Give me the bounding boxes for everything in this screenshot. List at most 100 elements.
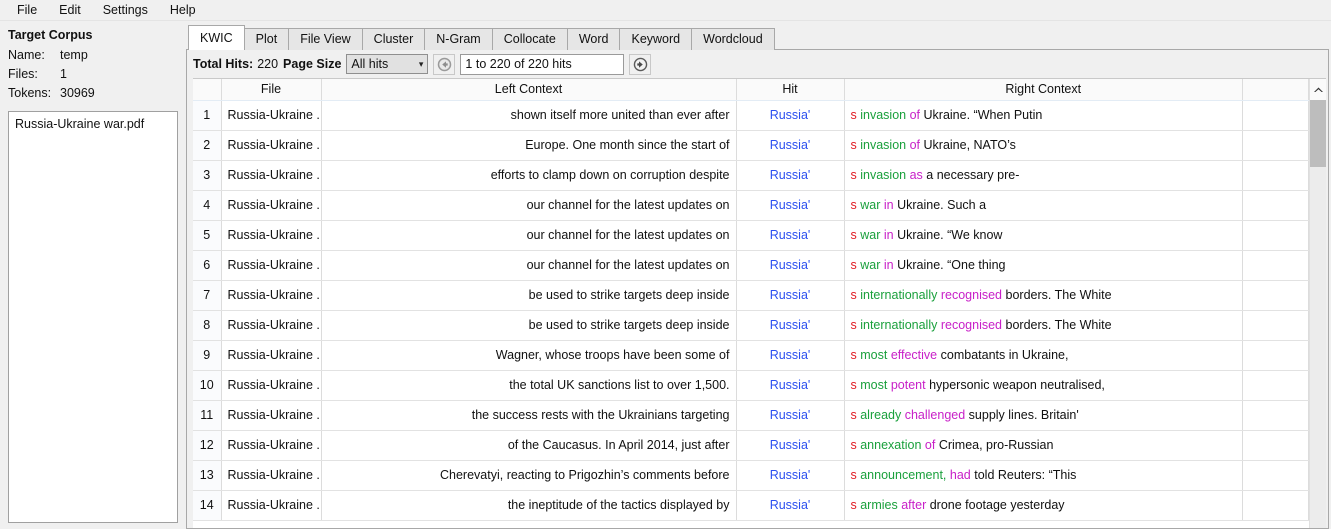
table-row[interactable]: 1 Russia-Ukraine ... shown itself more uni… [193,100,1309,131]
cell-hit: Russia' [736,130,845,161]
cell-filler [1242,250,1309,281]
cell-file: Russia-Ukraine ... [221,370,322,401]
tab-cluster[interactable]: Cluster [361,28,426,50]
cell-hit: Russia' [736,400,845,431]
table-row[interactable]: 8 Russia-Ukraine ... be used to strike tar… [193,310,1309,341]
table-row[interactable]: 6 Russia-Ukraine ... our channel for the l… [193,250,1309,281]
table-row[interactable]: 7 Russia-Ukraine ... be used to strike tar… [193,280,1309,311]
cell-right-context: s already challenged supply lines. Brita… [844,400,1243,431]
column-header-filler [1242,79,1309,101]
cell-file: Russia-Ukraine ... [221,130,322,161]
cell-left-context: our channel for the latest updates on [321,220,737,251]
scroll-thumb[interactable] [1310,100,1326,167]
cell-filler [1242,160,1309,191]
menu-item-file[interactable]: File [6,0,48,20]
antconc-window: File Edit Settings Help Target Corpus Na… [0,0,1331,529]
menu-item-help[interactable]: Help [159,0,207,20]
cell-hit: Russia' [736,370,845,401]
menu-item-settings[interactable]: Settings [92,0,159,20]
hit-term: Russia' [769,318,811,332]
cell-index: 10 [193,370,222,401]
cell-index: 12 [193,430,222,461]
tab-kwic[interactable]: KWIC [188,25,245,50]
page-size-select[interactable]: All hits ▾ [346,54,429,74]
cell-index: 2 [193,130,222,161]
hit-term: Russia' [769,498,811,512]
corpus-file-list[interactable]: Russia-Ukraine war.pdf [8,111,178,523]
cell-hit: Russia' [736,250,845,281]
cell-hit: Russia' [736,490,845,521]
cell-left-context: be used to strike targets deep inside [321,280,737,311]
menu-item-edit[interactable]: Edit [48,0,92,20]
corpus-tokens-value: 30969 [60,86,95,100]
cell-file: Russia-Ukraine ... [221,280,322,311]
cell-right-context: s most potent hypersonic weapon neutrali… [844,370,1243,401]
table-row[interactable]: 5 Russia-Ukraine ... our channel for the l… [193,220,1309,251]
cell-filler [1242,340,1309,371]
table-row[interactable]: 9 Russia-Ukraine ... Wagner, whose troops … [193,340,1309,371]
hits-range-field[interactable]: 1 to 220 of 220 hits [460,53,625,75]
cell-left-context: the total UK sanctions list to over 1,50… [321,370,737,401]
corpus-files-row: Files: 1 [8,65,178,84]
column-header-left-context[interactable]: Left Context [321,79,737,101]
cell-right-context: s annexation of Crimea, pro-Russian [844,430,1243,461]
column-header-index[interactable] [193,79,222,101]
right-context-suffix: s [850,168,857,182]
table-row[interactable]: 2 Russia-Ukraine ... Europe. One month sin… [193,130,1309,161]
right-context-rest: Ukraine. Such a [897,198,987,212]
table-row[interactable]: 10 Russia-Ukraine ... the total UK sanctio… [193,370,1309,401]
right-context-suffix: s [850,318,857,332]
scroll-track[interactable] [1310,167,1326,528]
right-context-word2: after [901,498,927,512]
total-hits-label: Total Hits: [193,57,254,71]
list-item[interactable]: Russia-Ukraine war.pdf [9,115,177,133]
cell-index: 4 [193,190,222,221]
column-header-hit[interactable]: Hit [736,79,845,101]
cell-index: 3 [193,160,222,191]
cell-filler [1242,220,1309,251]
cell-index: 14 [193,490,222,521]
tab-plot[interactable]: Plot [243,28,290,50]
column-header-right-context[interactable]: Right Context [844,79,1243,101]
right-context-word1: annexation [860,438,922,452]
right-context-word2: had [949,468,971,482]
table-row[interactable]: 11 Russia-Ukraine ... the success rests wi… [193,400,1309,431]
vertical-scrollbar[interactable] [1309,79,1326,528]
cell-left-context: Wagner, whose troops have been some of [321,340,737,371]
tab-wordcloud[interactable]: Wordcloud [691,28,775,50]
cell-filler [1242,490,1309,521]
table-row[interactable]: 14 Russia-Ukraine ... the ineptitude of th… [193,490,1309,521]
kwic-table-area: File Left Context Hit Right Context 1 Rus… [193,79,1309,528]
table-row[interactable]: 12 Russia-Ukraine ... of the Caucasus. In … [193,430,1309,461]
cell-left-context: be used to strike targets deep inside [321,310,737,341]
tab-word[interactable]: Word [566,28,621,50]
cell-filler [1242,460,1309,491]
tab-file-view[interactable]: File View [288,28,363,50]
table-row[interactable]: 13 Russia-Ukraine ... Cherevatyi, reacting… [193,460,1309,491]
right-context-rest: Crimea, pro-Russian [938,438,1054,452]
previous-page-button[interactable] [433,53,456,75]
right-context-rest: told Reuters: “This [974,468,1077,482]
cell-file: Russia-Ukraine ... [221,400,322,431]
cell-right-context: s war in Ukraine. “One thing [844,250,1243,281]
total-hits-value: 220 [257,57,279,71]
corpus-files-label: Files: [8,67,38,81]
kwic-table-body: 1 Russia-Ukraine ... shown itself more uni… [193,100,1309,521]
right-context-word2: in [883,258,894,272]
cell-index: 5 [193,220,222,251]
table-row[interactable]: 4 Russia-Ukraine ... our channel for the l… [193,190,1309,221]
column-header-file[interactable]: File [221,79,322,101]
chevron-down-icon: ▾ [418,58,424,69]
tab-collocate[interactable]: Collocate [491,28,568,50]
corpus-name-row: Name: temp [8,46,178,65]
table-row[interactable]: 3 Russia-Ukraine ... efforts to clamp down… [193,160,1309,191]
corpus-name-label: Name: [8,48,45,62]
next-page-button[interactable] [629,53,652,75]
scroll-up-button[interactable] [1310,79,1326,100]
tab-keyword[interactable]: Keyword [619,28,693,50]
hit-term: Russia' [769,108,811,122]
tab-n-gram[interactable]: N-Gram [424,28,493,50]
cell-file: Russia-Ukraine ... [221,100,322,131]
hit-term: Russia' [769,438,811,452]
cell-right-context: s invasion of Ukraine, NATO’s [844,130,1243,161]
